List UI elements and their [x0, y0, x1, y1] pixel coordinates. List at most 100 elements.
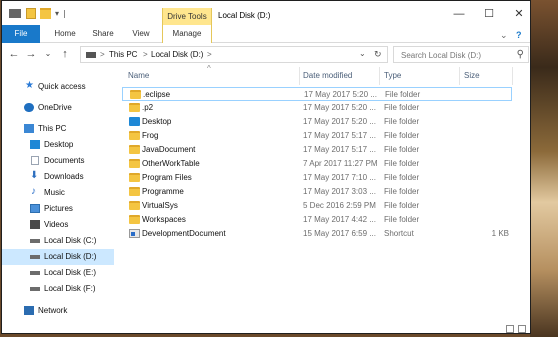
explorer-app-icon [9, 9, 21, 18]
refresh-icon[interactable]: ↻ [374, 49, 382, 60]
breadcrumb-separator: > [207, 50, 212, 59]
nav-music[interactable]: ♪ Music [2, 185, 114, 201]
drive-icon [30, 287, 40, 291]
file-row[interactable]: Workspaces 17 May 2017 4:42 ... File fol… [122, 213, 512, 227]
minimize-button[interactable]: — [444, 6, 474, 22]
maximize-button[interactable]: ☐ [474, 6, 504, 22]
folder-icon [130, 90, 141, 99]
breadcrumb-this-pc[interactable]: This PC [109, 50, 137, 59]
search-placeholder: Search Local Disk (D:) [401, 51, 482, 60]
title-separator [64, 10, 65, 18]
pictures-icon [30, 204, 40, 213]
nav-local-disk-d[interactable]: Local Disk (D:) [2, 249, 114, 265]
pc-icon [86, 52, 96, 58]
drive-tools-context-tab: Drive Tools [162, 8, 212, 25]
tab-share[interactable]: Share [86, 25, 120, 43]
nav-local-disk-f[interactable]: Local Disk (F:) [2, 281, 114, 297]
column-divider[interactable] [379, 67, 380, 85]
file-row[interactable]: Program Files 17 May 2017 7:10 ... File … [122, 171, 512, 185]
folder-icon [129, 103, 140, 112]
navigation-pane: ★ Quick access OneDrive This PC Desktop … [2, 65, 114, 333]
details-view-icon[interactable] [506, 325, 514, 333]
ribbon-tabs: File Home Share View Manage ⌄ ? [2, 25, 530, 43]
file-explorer-window: ▾ Drive Tools Local Disk (D:) — ☐ ✕ File… [1, 0, 531, 334]
nav-documents[interactable]: Documents [2, 153, 114, 169]
quick-access-dropdown-icon[interactable]: ▾ [55, 9, 60, 19]
close-button[interactable]: ✕ [504, 6, 530, 22]
nav-onedrive[interactable]: OneDrive [2, 100, 114, 116]
new-folder-icon[interactable] [40, 8, 51, 19]
folder-icon [129, 145, 140, 154]
nav-this-pc[interactable]: This PC [2, 121, 114, 137]
nav-pictures[interactable]: Pictures [2, 201, 114, 217]
file-row[interactable]: Frog 17 May 2017 5:17 ... File folder [122, 129, 512, 143]
file-row[interactable]: Desktop 17 May 2017 5:20 ... File folder [122, 115, 512, 129]
large-icons-view-icon[interactable] [518, 325, 526, 333]
window-title: Local Disk (D:) [218, 11, 271, 20]
column-type[interactable]: Type [384, 71, 401, 80]
folder-icon [129, 159, 140, 168]
nav-downloads[interactable]: ⬇ Downloads [2, 169, 114, 185]
breadcrumb-separator: > [100, 50, 105, 59]
forward-button[interactable]: → [24, 47, 38, 61]
computer-icon [24, 124, 34, 133]
shortcut-icon [129, 229, 140, 238]
star-icon: ★ [25, 80, 34, 91]
downloads-icon: ⬇ [30, 170, 39, 181]
file-row[interactable]: .p2 17 May 2017 5:20 ... File folder [122, 101, 512, 115]
tab-view[interactable]: View [124, 25, 158, 43]
address-bar[interactable]: > This PC > Local Disk (D:) > ⌄ ↻ [80, 46, 388, 63]
column-divider[interactable] [299, 67, 300, 85]
search-icon[interactable]: ⚲ [517, 49, 524, 60]
file-row[interactable]: DevelopmentDocument 15 May 2017 6:59 ...… [122, 227, 512, 241]
recent-locations-icon[interactable]: ⌄ [41, 47, 55, 61]
videos-icon [30, 220, 40, 229]
desktop-background [530, 0, 558, 337]
address-row: ← → ⌄ ↑ > This PC > Local Disk (D:) > ⌄ … [2, 43, 530, 65]
cloud-icon [24, 103, 34, 112]
tab-manage[interactable]: Manage [162, 25, 212, 43]
nav-network[interactable]: Network [2, 303, 114, 319]
column-date-modified[interactable]: Date modified [303, 71, 352, 80]
properties-icon[interactable] [26, 8, 36, 19]
search-box[interactable]: Search Local Disk (D:) ⚲ [393, 46, 529, 63]
network-icon [24, 306, 34, 315]
music-icon: ♪ [31, 186, 36, 197]
sort-ascending-icon: ^ [207, 64, 211, 73]
desktop-icon [30, 140, 40, 149]
breadcrumb-local-disk-d[interactable]: Local Disk (D:) [151, 50, 203, 59]
nav-desktop[interactable]: Desktop [2, 137, 114, 153]
status-bar [2, 323, 530, 333]
drive-icon [30, 255, 40, 259]
drive-icon [30, 271, 40, 275]
folder-icon [129, 215, 140, 224]
breadcrumb-separator: > [143, 50, 148, 59]
nav-local-disk-e[interactable]: Local Disk (E:) [2, 265, 114, 281]
address-dropdown-icon[interactable]: ⌄ [359, 49, 366, 58]
drive-icon [30, 239, 40, 243]
file-row[interactable]: OtherWorkTable 7 Apr 2017 11:27 PM File … [122, 157, 512, 171]
folder-icon [129, 131, 140, 140]
up-button[interactable]: ↑ [58, 47, 72, 61]
file-row[interactable]: VirtualSys 5 Dec 2016 2:59 PM File folde… [122, 199, 512, 213]
nav-videos[interactable]: Videos [2, 217, 114, 233]
column-header-row: ^ Name Date modified Type Size [122, 64, 530, 85]
file-row[interactable]: .eclipse 17 May 2017 5:20 ... File folde… [122, 87, 512, 101]
column-name[interactable]: Name [128, 71, 149, 80]
nav-local-disk-c[interactable]: Local Disk (C:) [2, 233, 114, 249]
folder-icon [129, 201, 140, 210]
tab-home[interactable]: Home [48, 25, 82, 43]
folder-icon [129, 187, 140, 196]
column-size[interactable]: Size [464, 71, 480, 80]
expand-ribbon-icon[interactable]: ⌄ [500, 30, 508, 41]
column-divider[interactable] [459, 67, 460, 85]
folder-icon [129, 173, 140, 182]
tab-file[interactable]: File [2, 25, 40, 43]
column-divider[interactable] [512, 67, 513, 85]
nav-quick-access[interactable]: ★ Quick access [2, 79, 114, 95]
desktop-folder-icon [129, 117, 140, 126]
file-row[interactable]: JavaDocument 17 May 2017 5:17 ... File f… [122, 143, 512, 157]
file-row[interactable]: Programme 17 May 2017 3:03 ... File fold… [122, 185, 512, 199]
back-button[interactable]: ← [7, 47, 21, 61]
help-icon[interactable]: ? [516, 30, 522, 40]
